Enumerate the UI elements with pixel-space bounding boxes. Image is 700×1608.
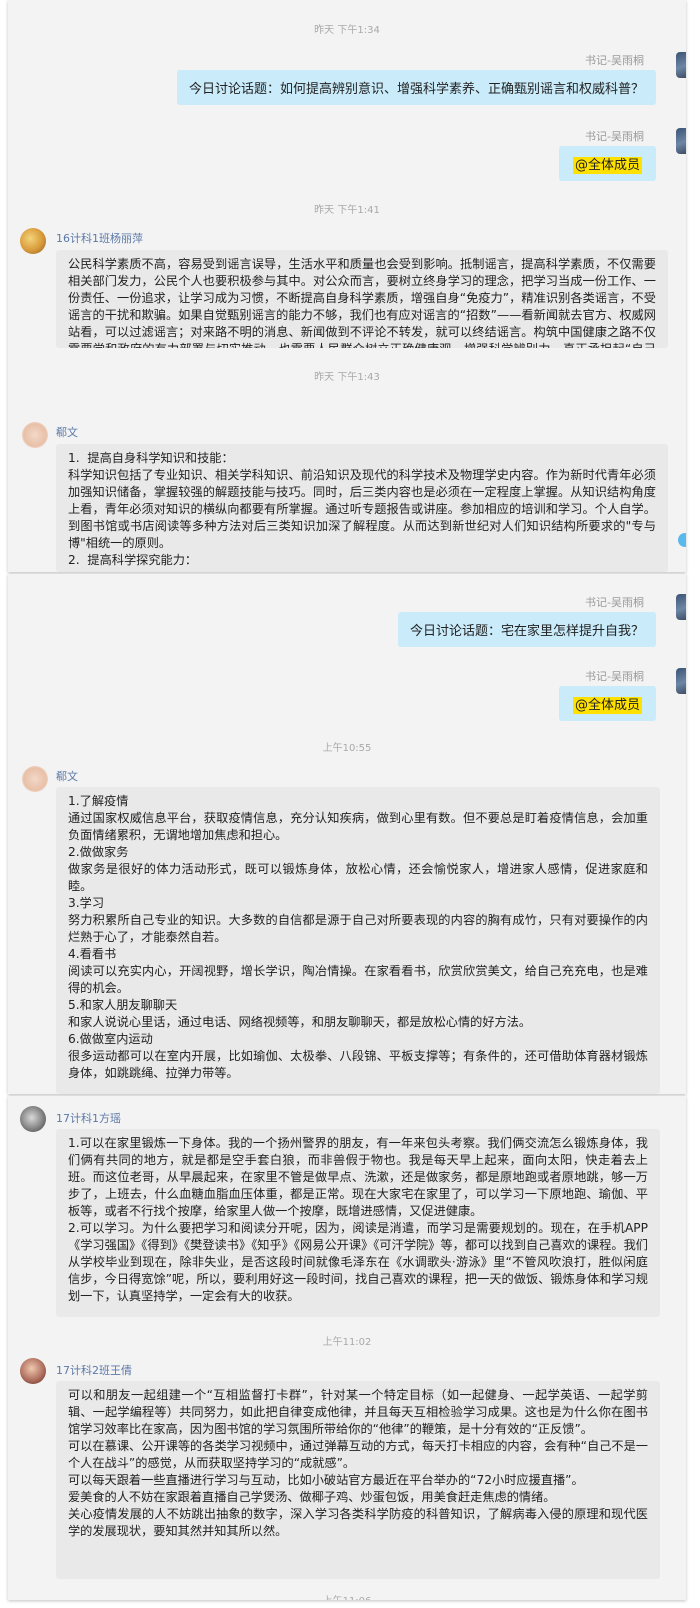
scroll-indicator[interactable] [678,533,686,547]
mention-all[interactable]: @全体成员 [572,157,642,174]
chat-panel-3: 17计科1方瑶 1.可以在家里锻炼一下身体。我的一个扬州警界的朋友，有一年来包头… [8,1096,686,1600]
sender-name: 书记-吴雨桐 [585,596,644,609]
sender-name: 郗文 [56,770,78,783]
avatar[interactable] [676,594,686,620]
message-bubble[interactable]: @全体成员 [558,686,656,721]
message-bubble[interactable]: 可以和朋友一起组建一个“互相监督打卡群”，针对某一个特定目标（如一起健身、一起学… [56,1381,660,1579]
message-bubble[interactable]: 1.可以在家里锻炼一下身体。我的一个扬州警界的朋友，有一年来包头考察。我们俩交流… [56,1129,660,1317]
message-text: 1.了解疫情 通过国家权威信息平台，获取疫情信息，充分认知疾病，做到心里有数。但… [68,794,648,1080]
avatar[interactable] [22,766,48,792]
avatar[interactable] [20,1106,46,1132]
sender-name: 郗文 [56,426,78,439]
message-text: 1.可以在家里锻炼一下身体。我的一个扬州警界的朋友，有一年来包头考察。我们俩交流… [68,1136,648,1303]
timestamp: 上午10:55 [322,743,372,754]
sender-name: 书记-吴雨桐 [585,130,644,143]
timestamp: 昨天 下午1:41 [314,205,380,216]
message-text: 公民科学素质不高，容易受到谣言误导，生活水平和质量也会受到影响。抵制谣言，提高科… [68,257,656,348]
avatar[interactable] [20,228,46,254]
message-bubble[interactable]: 1.了解疫情 通过国家权威信息平台，获取疫情信息，充分认知疾病，做到心里有数。但… [56,787,660,1094]
message-text: 1. 提高自身科学知识和技能： 科学知识包括了专业知识、相关学科知识、前沿知识及… [68,451,656,567]
chat-panel-2: 书记-吴雨桐 今日讨论话题：宅在家里怎样提升自我？ 书记-吴雨桐 @全体成员 上… [8,574,686,1094]
avatar[interactable] [22,422,48,448]
sender-name: 16计科1班杨丽萍 [56,232,143,245]
sender-name: 17计科1方瑶 [56,1112,121,1125]
message-bubble[interactable]: 今日讨论话题：宅在家里怎样提升自我？ [397,612,656,647]
timestamp: 昨天 下午1:34 [314,25,380,36]
message-text: 可以和朋友一起组建一个“互相监督打卡群”，针对某一个特定目标（如一起健身、一起学… [68,1388,648,1538]
message-bubble[interactable]: @全体成员 [558,146,656,181]
timestamp: 上午11:02 [322,1337,372,1348]
message-bubble[interactable]: 1. 提高自身科学知识和技能： 科学知识包括了专业知识、相关学科知识、前沿知识及… [56,444,668,572]
avatar[interactable] [676,128,686,154]
chat-panel-1: 昨天 下午1:34 书记-吴雨桐 今日讨论话题：如何提高辨别意识、增强科学素养、… [8,0,686,572]
avatar[interactable] [20,1358,46,1384]
message-bubble[interactable]: 公民科学素质不高，容易受到谣言误导，生活水平和质量也会受到影响。抵制谣言，提高科… [56,250,668,348]
avatar[interactable] [676,668,686,694]
sender-name: 书记-吴雨桐 [585,670,644,683]
timestamp: 昨天 下午1:43 [314,372,380,383]
sender-name: 书记-吴雨桐 [585,54,644,67]
mention-all[interactable]: @全体成员 [572,697,642,714]
timestamp: 上午11:06 [8,1592,686,1600]
avatar[interactable] [676,52,686,78]
message-bubble[interactable]: 今日讨论话题：如何提高辨别意识、增强科学素养、正确甄别谣言和权威科普？ [176,70,656,105]
sender-name: 17计科2班王倩 [56,1364,132,1377]
